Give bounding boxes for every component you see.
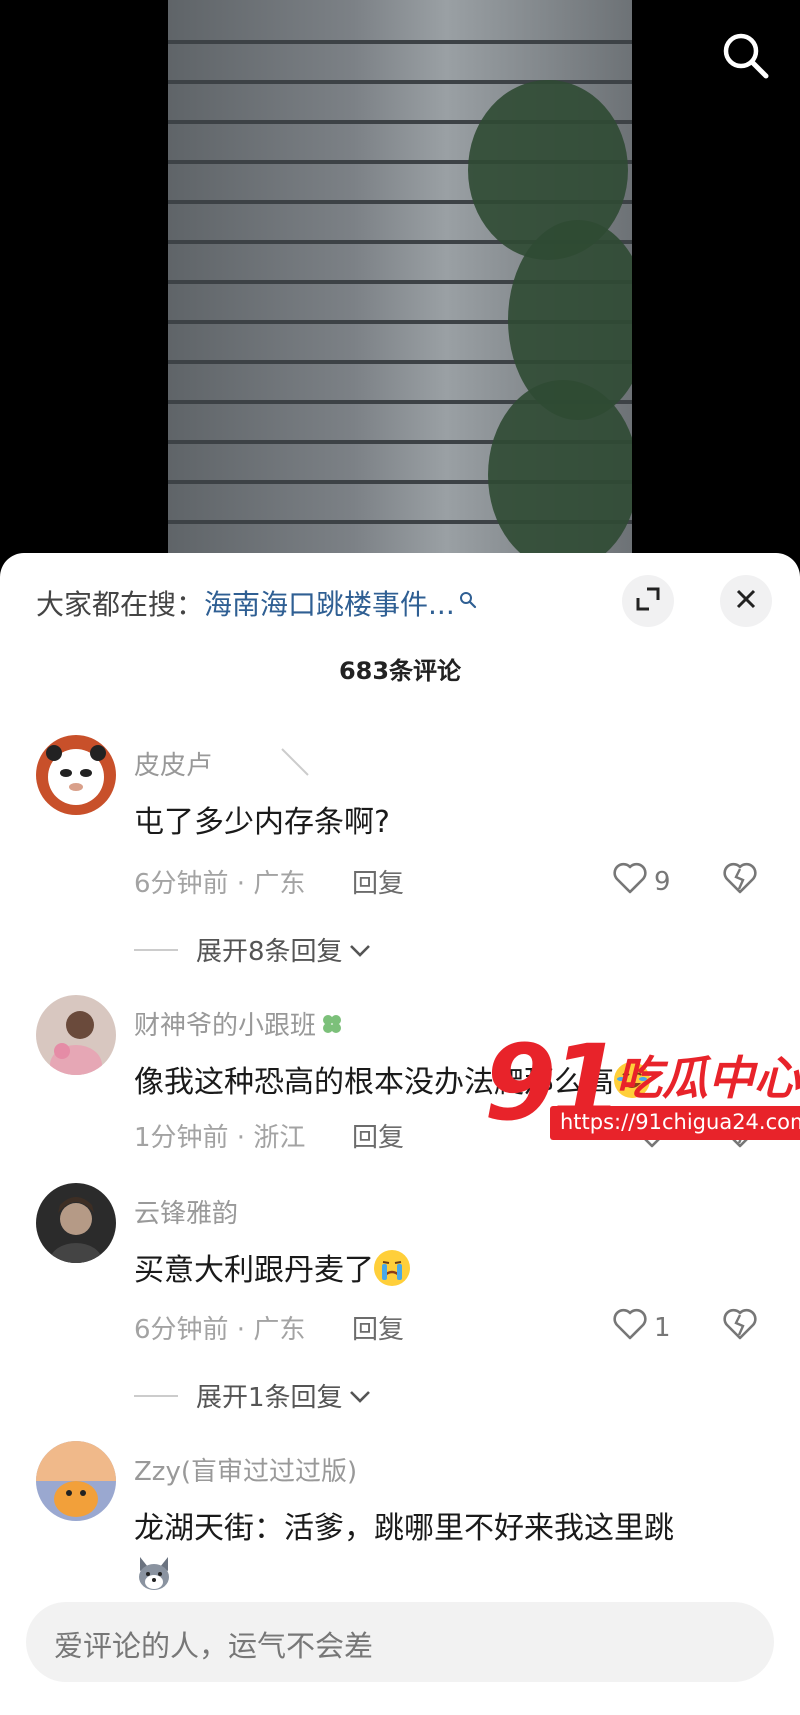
- reply-button[interactable]: 回复: [352, 863, 404, 900]
- comment-item: 云锋雅韵 买意大利跟丹麦了 6分钟前 · 广东 回复 1 展开1条回复: [0, 1183, 800, 1413]
- comment-username-row[interactable]: 财神爷的小跟班: [134, 1005, 346, 1042]
- close-button[interactable]: [720, 575, 772, 627]
- comment-text: 买意大利跟丹麦了: [134, 1253, 374, 1288]
- comment-item: 皮皮卢 屯了多少内存条啊? 6分钟前 · 广东 回复 9 展开8条回复: [0, 735, 800, 967]
- clover-icon: [318, 1010, 346, 1038]
- comment-input[interactable]: 爱评论的人，运气不会差: [26, 1602, 774, 1682]
- expand-replies-label: 展开1条回复: [196, 1383, 343, 1413]
- wolf-emoji-icon: [134, 1553, 174, 1593]
- video-player[interactable]: [0, 0, 800, 570]
- expand-replies-label: 展开8条回复: [196, 937, 343, 967]
- comment-time-location: 6分钟前 · 广东: [134, 1315, 306, 1345]
- broken-heart-icon: [722, 1308, 758, 1345]
- comment-text-row: 买意大利跟丹麦了: [134, 1245, 410, 1289]
- hot-search-prefix: 大家都在搜：: [36, 588, 205, 621]
- expand-replies-button[interactable]: 展开1条回复: [134, 1377, 371, 1414]
- close-icon: [734, 587, 758, 615]
- avatar[interactable]: [36, 1441, 116, 1521]
- video-frame-building: [168, 0, 632, 570]
- expand-replies-button[interactable]: 展开8条回复: [134, 931, 371, 968]
- watermark-url: https://91chigua24.com: [550, 1106, 800, 1140]
- like-count: 1: [654, 1312, 671, 1343]
- like-button[interactable]: 9: [612, 861, 671, 902]
- comment-time-location: 6分钟前 · 广东: [134, 869, 306, 899]
- comment-count: 683条评论: [338, 657, 462, 685]
- heart-icon: [612, 861, 648, 902]
- dislike-button[interactable]: [722, 1307, 758, 1345]
- broken-heart-icon: [722, 862, 758, 899]
- expand-icon: [635, 586, 661, 616]
- hot-search-term[interactable]: 海南海口跳楼事件...: [204, 588, 455, 621]
- chevron-down-icon: [349, 935, 371, 965]
- avatar[interactable]: [36, 735, 116, 815]
- comment-input-placeholder: 爱评论的人，运气不会差: [54, 1629, 374, 1663]
- site-watermark: 91 吃瓜中心 https://91chigua24.com: [484, 1022, 800, 1144]
- expand-line: [134, 1394, 178, 1397]
- avatar[interactable]: [36, 995, 116, 1075]
- comment-username[interactable]: 云锋雅韵: [134, 1193, 238, 1230]
- like-button[interactable]: 1: [612, 1307, 671, 1348]
- search-icon[interactable]: [720, 30, 772, 82]
- expand-fullscreen-button[interactable]: [622, 575, 674, 627]
- chevron-down-icon: [349, 1381, 371, 1411]
- comment-text: 龙湖天街：活爹，跳哪里不好来我这里跳: [134, 1511, 674, 1546]
- expand-line: [134, 948, 178, 951]
- dislike-button[interactable]: [722, 861, 758, 899]
- hot-search-bar[interactable]: 大家都在搜：海南海口跳楼事件...: [36, 583, 477, 623]
- comment-username[interactable]: 皮皮卢: [134, 745, 212, 782]
- divider-slash: [280, 747, 310, 777]
- like-count: 9: [654, 866, 671, 897]
- comment-item: Zzy(盲审过过过版) 龙湖天街：活爹，跳哪里不好来我这里跳: [0, 1441, 800, 1591]
- comment-username: 财神爷的小跟班: [134, 1011, 317, 1041]
- avatar[interactable]: [36, 1183, 116, 1263]
- comment-text: 屯了多少内存条啊?: [134, 805, 390, 840]
- reply-button[interactable]: 回复: [352, 1117, 404, 1154]
- comment-username[interactable]: Zzy(盲审过过过版): [134, 1451, 357, 1488]
- watermark-name: 吃瓜中心: [616, 1051, 800, 1105]
- heart-icon: [612, 1307, 648, 1348]
- small-search-icon: [459, 583, 477, 609]
- crying-emoji-icon: [374, 1250, 410, 1286]
- reply-button[interactable]: 回复: [352, 1309, 404, 1346]
- comment-time-location: 1分钟前 · 浙江: [134, 1123, 306, 1153]
